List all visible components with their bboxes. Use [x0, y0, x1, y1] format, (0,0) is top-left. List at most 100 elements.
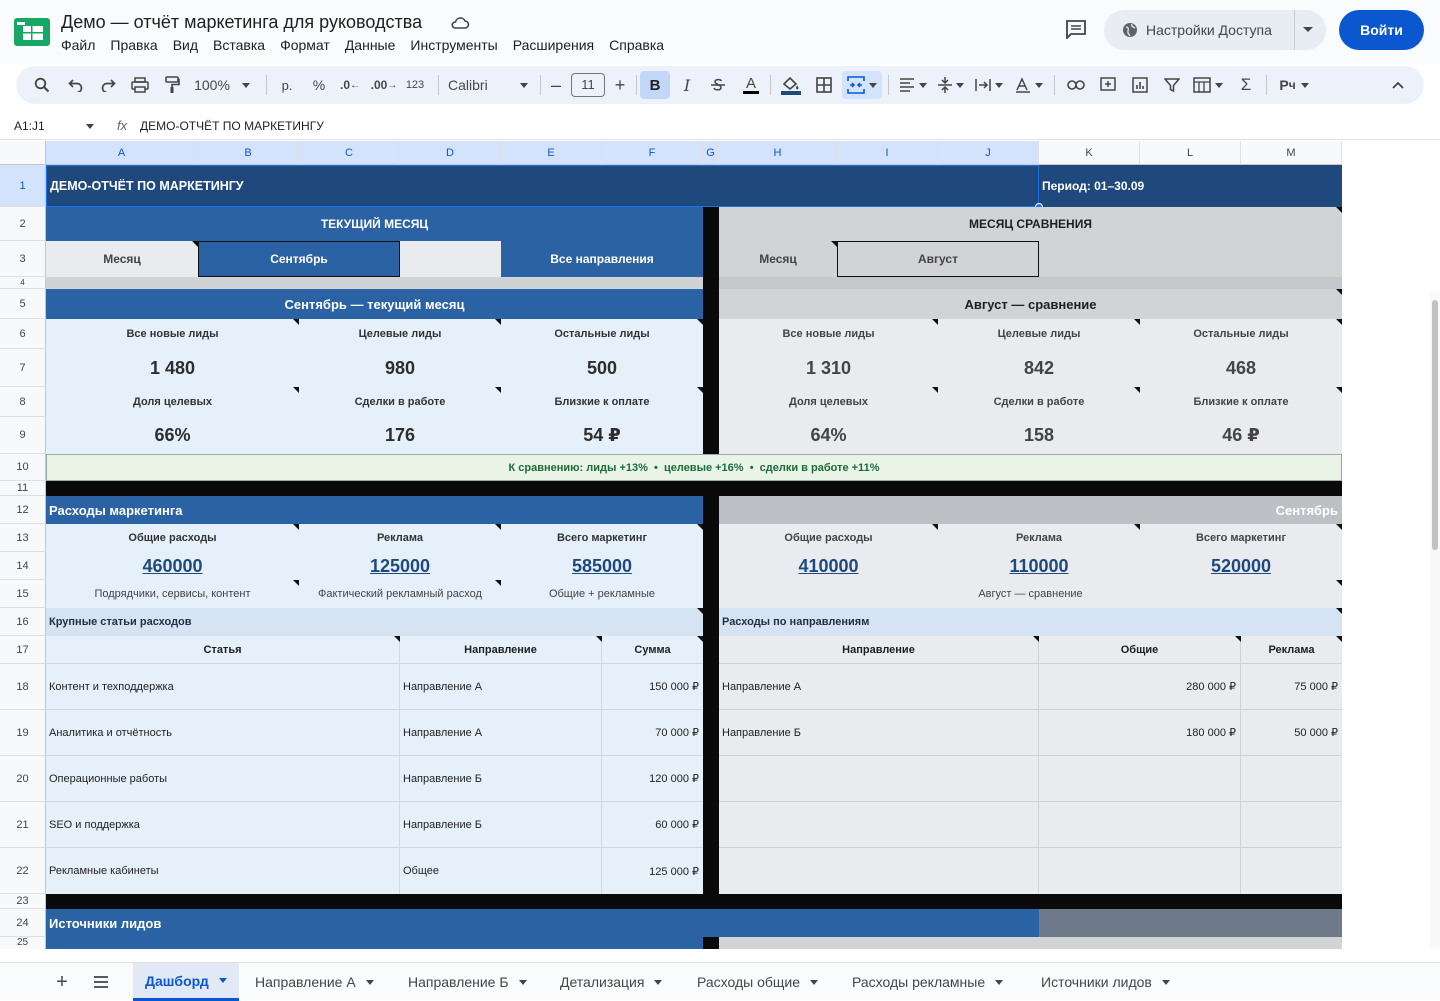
by-dir-direction[interactable]: Направление Б: [719, 710, 1039, 756]
by-dir-empty-cell[interactable]: [1241, 802, 1342, 848]
note-marker-icon[interactable]: [293, 319, 299, 325]
expense-note-total[interactable]: Общие + рекламные: [501, 580, 703, 608]
merge-cells-button[interactable]: [842, 71, 882, 99]
by-dir-title[interactable]: Расходы по направлениям: [719, 608, 1342, 636]
row-header-2[interactable]: 2: [0, 207, 46, 241]
filter-icon[interactable]: [1160, 66, 1184, 104]
cmp-label-deals[interactable]: Сделки в работе: [938, 387, 1140, 417]
comment-history-icon[interactable]: [1065, 19, 1087, 39]
menu-file[interactable]: Файл: [61, 37, 95, 53]
row-header-6[interactable]: 6: [0, 319, 46, 349]
text-color-button[interactable]: A: [740, 66, 762, 104]
expense-note-ads[interactable]: Фактический рекламный расход: [299, 580, 501, 608]
document-title[interactable]: Демо — отчёт маркетинга для руководства: [61, 12, 422, 33]
item-direction[interactable]: Общее: [400, 848, 602, 894]
menu-help[interactable]: Справка: [609, 37, 664, 53]
zoom-select[interactable]: 100%: [192, 66, 252, 104]
cmp-value-target-share[interactable]: 64%: [719, 417, 938, 454]
sheets-logo-icon[interactable]: [14, 18, 50, 46]
tab-menu-icon[interactable]: [654, 979, 663, 985]
strikethrough-icon[interactable]: [706, 66, 730, 104]
comparison-note[interactable]: К сравнению: лиды +13% • целевые +16% • …: [46, 454, 1342, 481]
column-header-i[interactable]: I: [837, 141, 938, 165]
percent-format-button[interactable]: %: [308, 66, 330, 104]
column-header-e[interactable]: E: [501, 141, 602, 165]
sheet-tab-lead-sources[interactable]: Источники лидов: [1041, 963, 1170, 1001]
kpi-label-other-leads[interactable]: Остальные лиды: [501, 319, 703, 349]
by-dir-empty-cell[interactable]: [719, 848, 1039, 894]
functions-icon[interactable]: Σ: [1234, 66, 1258, 104]
row-header-13[interactable]: 13: [0, 524, 46, 552]
note-marker-icon[interactable]: [495, 580, 501, 586]
expense-label-general[interactable]: Общие расходы: [46, 524, 299, 552]
input-tools-icon[interactable]: Рч: [1274, 66, 1314, 104]
sheet-tab-dashboard[interactable]: Дашборд: [133, 963, 239, 1001]
select-all-corner[interactable]: [0, 141, 46, 165]
items-title[interactable]: Крупные статьи расходов: [46, 608, 703, 636]
note-marker-icon[interactable]: [1336, 580, 1342, 586]
cloud-saved-icon[interactable]: [450, 15, 470, 31]
cmp-expense-note[interactable]: Август — сравнение: [719, 580, 1342, 608]
row-header-4[interactable]: 4: [0, 277, 46, 289]
tab-menu-icon[interactable]: [1161, 979, 1170, 985]
by-dir-empty-cell[interactable]: [719, 756, 1039, 802]
sheet-tab-direction-a[interactable]: Направление А: [255, 963, 374, 1001]
kpi-value-target-leads[interactable]: 980: [299, 349, 501, 387]
cmp-expense-label-general[interactable]: Общие расходы: [719, 524, 938, 552]
column-header-g[interactable]: G: [703, 141, 719, 165]
insert-chart-icon[interactable]: [1128, 66, 1152, 104]
row-header-14[interactable]: 14: [0, 552, 46, 580]
cmp-label-target-share[interactable]: Доля целевых: [719, 387, 938, 417]
cmp-value-near-payment[interactable]: 46 ₽: [1140, 417, 1342, 454]
items-header-name[interactable]: Статья: [46, 636, 400, 664]
sources-title[interactable]: Источники лидов: [46, 909, 1039, 937]
cmp-expense-value-general[interactable]: 410000: [719, 552, 938, 580]
cmp-label-all-leads[interactable]: Все новые лиды: [719, 319, 938, 349]
note-marker-icon[interactable]: [932, 524, 938, 530]
by-dir-empty-cell[interactable]: [1241, 756, 1342, 802]
cmp-expense-value-ads[interactable]: 110000: [938, 552, 1140, 580]
expense-label-total[interactable]: Всего маркетинг: [501, 524, 703, 552]
print-icon[interactable]: [128, 66, 152, 104]
items-header-direction[interactable]: Направление: [400, 636, 602, 664]
empty-filter-cell[interactable]: [400, 241, 501, 277]
note-marker-icon[interactable]: [1336, 387, 1342, 393]
column-header-c[interactable]: C: [299, 141, 400, 165]
item-direction[interactable]: Направление Б: [400, 802, 602, 848]
by-dir-empty-cell[interactable]: [1039, 756, 1241, 802]
item-name[interactable]: Аналитика и отчётность: [46, 710, 400, 756]
menu-view[interactable]: Вид: [173, 37, 198, 53]
kpi-label-target-share[interactable]: Доля целевых: [46, 387, 299, 417]
kpi-label-target-leads[interactable]: Целевые лиды: [299, 319, 501, 349]
italic-button[interactable]: I: [676, 66, 698, 104]
bold-button[interactable]: B: [640, 71, 670, 99]
note-marker-icon[interactable]: [1134, 524, 1140, 530]
item-sum[interactable]: 70 000 ₽: [602, 710, 703, 756]
currency-format-button[interactable]: р.: [276, 66, 298, 104]
row-header-17[interactable]: 17: [0, 636, 46, 664]
note-marker-icon[interactable]: [1033, 636, 1039, 642]
kpi-value-all-leads[interactable]: 1 480: [46, 349, 299, 387]
undo-icon[interactable]: [64, 66, 88, 104]
tab-menu-icon[interactable]: [810, 979, 819, 985]
vertical-scrollbar-thumb[interactable]: [1432, 300, 1438, 550]
item-name[interactable]: Контент и техподдержка: [46, 664, 400, 710]
note-marker-icon[interactable]: [495, 524, 501, 530]
note-marker-icon[interactable]: [192, 241, 198, 247]
note-marker-icon[interactable]: [596, 636, 602, 642]
expense-note-general[interactable]: Подрядчики, сервисы, контент: [46, 580, 299, 608]
horizontal-align-icon[interactable]: [896, 66, 930, 104]
item-direction[interactable]: Направление Б: [400, 756, 602, 802]
row-header-3[interactable]: 3: [0, 241, 46, 277]
by-dir-ads[interactable]: 75 000 ₽: [1241, 664, 1342, 710]
period-cell[interactable]: Период: 01–30.09: [1039, 165, 1342, 207]
cmp-expense-value-total[interactable]: 520000: [1140, 552, 1342, 580]
formula-input[interactable]: ДЕМО-ОТЧЁТ ПО МАРКЕТИНГУ: [140, 119, 324, 133]
note-marker-icon[interactable]: [1336, 608, 1342, 614]
current-month-dropdown[interactable]: Сентябрь: [198, 241, 400, 277]
insert-link-icon[interactable]: [1064, 66, 1088, 104]
by-dir-header-ads[interactable]: Реклама: [1241, 636, 1342, 664]
note-marker-icon[interactable]: [293, 524, 299, 530]
row-header-8[interactable]: 8: [0, 387, 46, 417]
name-box-dropdown-icon[interactable]: [86, 124, 94, 129]
